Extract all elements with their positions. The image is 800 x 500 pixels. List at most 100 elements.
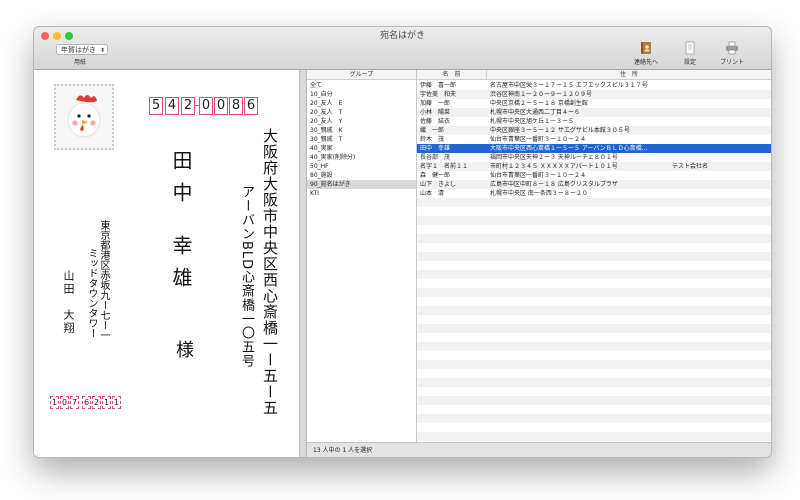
contact-company: テスト会社名	[672, 163, 709, 170]
empty-row	[417, 198, 771, 207]
contact-name: 佐藤 結衣	[420, 118, 451, 125]
paper-select-value: 年賀はがき	[61, 46, 96, 54]
contact-name: 加藤 一郎	[420, 100, 451, 107]
contact-row[interactable]: 宇佐美 和夫 渋谷区神南１ー２０ー９ー１２０９号	[417, 90, 771, 99]
contact-row[interactable]: 名字１ 名前１１ 市町村１２３４５ ＸＸＸＸＸアパート１０１号 テスト会社名	[417, 162, 771, 171]
empty-row	[417, 306, 771, 315]
empty-row	[417, 261, 771, 270]
empty-row	[417, 351, 771, 360]
status-bar: 13 人中の 1 人を選択	[307, 442, 771, 457]
contact-name: 山本 清	[420, 190, 445, 197]
zip-digit: 8	[229, 97, 243, 115]
contact-row[interactable]: 山下 きよし 広島市中区中町８ー１８ 広島クリスタルプラザ	[417, 180, 771, 189]
contact-name: 小林 陽菜	[420, 109, 451, 116]
recipient-address-line2: アーバンBLD心斎橋一〇五号	[239, 185, 254, 369]
contact-name: 森 健一郎	[420, 172, 451, 179]
sender-zip-digit: 1	[112, 396, 121, 409]
address-book-icon	[639, 40, 653, 54]
group-column-header[interactable]: グループ	[307, 70, 416, 80]
honorific: 様	[173, 340, 194, 358]
group-item[interactable]: 80_施設	[307, 171, 416, 180]
empty-row	[417, 315, 771, 324]
sender-name: 山田 大翔	[62, 270, 75, 335]
contact-address: 中央区銀座３ー５ー１２ サエグサビル本館３０５号	[490, 127, 630, 134]
pane-splitter[interactable]	[299, 70, 307, 457]
group-item[interactable]: 50_HF	[307, 162, 416, 171]
empty-row	[417, 369, 771, 378]
contact-name: 田中 幸雄	[420, 145, 451, 152]
print-label: プリント	[719, 59, 744, 66]
empty-row	[417, 333, 771, 342]
empty-row	[417, 225, 771, 234]
contact-list: 名 前 住 所 伊藤 喜一郎 名古屋市中区栄３ー１７ー１５ エフエックスビル３１７…	[417, 70, 771, 442]
empty-row	[417, 405, 771, 414]
contact-address: 中央区京橋２ー５ー１８ 京橋創生館	[490, 100, 588, 107]
zip-digit: 0	[199, 97, 213, 115]
settings-button[interactable]: 設定	[670, 40, 710, 68]
contact-address: 仙台市青葉区一番町３ー１０ー２４	[490, 136, 587, 143]
contact-row[interactable]: 織 一郎 中央区銀座３ー５ー１２ サエグサビル本館３０５号	[417, 126, 771, 135]
contact-name: 名字１ 名前１１	[420, 163, 469, 170]
empty-row	[417, 396, 771, 405]
contact-row[interactable]: 小林 陽菜 札幌市中央区大通西二丁目４ー６	[417, 108, 771, 117]
sender-zip-digit: 1	[50, 396, 59, 409]
sender-zip-digit: 7	[70, 396, 79, 409]
contact-row[interactable]: 長谷部 茂 福岡市中央区天神２ー３ 天神ルーチェ８０１号	[417, 153, 771, 162]
group-item[interactable]: 10_自分	[307, 90, 416, 99]
contact-row[interactable]: 佐藤 結衣 札幌市中央区旭ケ丘１ー３ー５	[417, 117, 771, 126]
empty-row	[417, 342, 771, 351]
group-item[interactable]: 90_宛名はがき	[307, 180, 416, 189]
postcard-preview: 5 4 2 0 0 8 6 大阪府大阪市中央区西心斎橋一ー五ー五 アーバンBLD…	[34, 70, 299, 457]
empty-row	[417, 270, 771, 279]
group-item[interactable]: 20_友人 E	[307, 99, 416, 108]
paper-select[interactable]: 年賀はがき ⬍	[56, 44, 108, 55]
group-item[interactable]: 40_実家(削除分)	[307, 153, 416, 162]
sender-address-line2: ミッドタウンタワー	[86, 248, 97, 338]
empty-row	[417, 297, 771, 306]
zip-digit: 2	[181, 97, 195, 115]
minimize-window-button[interactable]	[53, 32, 61, 40]
empty-row	[417, 288, 771, 297]
contact-address: 市町村１２３４５ ＸＸＸＸＸアパート１０１号	[490, 163, 618, 170]
empty-row	[417, 234, 771, 243]
printer-icon	[725, 40, 739, 55]
contact-name: 長谷部 茂	[420, 154, 451, 161]
sender-zip-digit: 0	[60, 396, 69, 409]
name-column-header[interactable]: 名 前	[417, 70, 487, 80]
empty-row	[417, 387, 771, 396]
close-window-button[interactable]	[41, 32, 49, 40]
contact-row[interactable]: 加藤 一郎 中央区京橋２ー５ー１８ 京橋創生館	[417, 99, 771, 108]
contact-address: 広島市中区中町８ー１８ 広島クリスタルプラザ	[490, 181, 618, 188]
address-column-header[interactable]: 住 所	[487, 70, 771, 80]
zip-separator	[195, 105, 199, 107]
contact-name: 伊藤 喜一郎	[420, 82, 457, 89]
group-item[interactable]: 全て	[307, 81, 416, 90]
group-item[interactable]: 20_友人 T	[307, 108, 416, 117]
group-item[interactable]: 30_親戚 K	[307, 126, 416, 135]
toolbar: 宛名はがき 年賀はがき ⬍ 用紙 連絡先へ 設定 プリント	[34, 27, 771, 70]
contact-row[interactable]: 山本 清 札幌市中央区 南一条西３ー８ー２０	[417, 189, 771, 198]
group-item[interactable]: 20_友人 Y	[307, 117, 416, 126]
contact-row[interactable]: 伊藤 喜一郎 名古屋市中区栄３ー１７ー１５ エフエックスビル３１７号	[417, 81, 771, 90]
contact-address: 札幌市中央区大通西二丁目４ー６	[490, 109, 581, 116]
contact-row[interactable]: 田中 幸雄 大阪市中央区西心斎橋１ー５ー５ アーバンＢＬＤ心斎橋...	[417, 144, 771, 153]
contact-row[interactable]: 森 健一郎 仙台市青葉区一番町３ー１０ー２４	[417, 171, 771, 180]
app-window: 宛名はがき 年賀はがき ⬍ 用紙 連絡先へ 設定 プリント 5 4 2 0 0 …	[33, 26, 772, 458]
group-item[interactable]: 40_実家	[307, 144, 416, 153]
contact-name: 鈴木 茂	[420, 136, 445, 143]
zoom-window-button[interactable]	[65, 32, 73, 40]
print-button[interactable]: プリント	[712, 40, 752, 68]
paper-caption: 用紙	[74, 59, 87, 66]
to-contacts-button[interactable]: 連絡先へ	[626, 40, 666, 68]
zip-digit: 0	[214, 97, 228, 115]
group-item[interactable]: 30_親戚 T	[307, 135, 416, 144]
contact-row[interactable]: 鈴木 茂 仙台市青葉区一番町３ー１０ー２４	[417, 135, 771, 144]
contact-address: 札幌市中央区 南一条西３ー８ー２０	[490, 190, 588, 197]
stamp-area	[54, 84, 114, 150]
contact-address: 仙台市青葉区一番町３ー１０ー２４	[490, 172, 587, 179]
empty-row	[417, 432, 771, 441]
contact-address: 名古屋市中区栄３ー１７ー１５ エフエックスビル３１７号	[490, 82, 648, 89]
empty-row	[417, 423, 771, 432]
group-item[interactable]: KTI	[307, 189, 416, 198]
recipient-surname: 田中	[169, 150, 193, 214]
